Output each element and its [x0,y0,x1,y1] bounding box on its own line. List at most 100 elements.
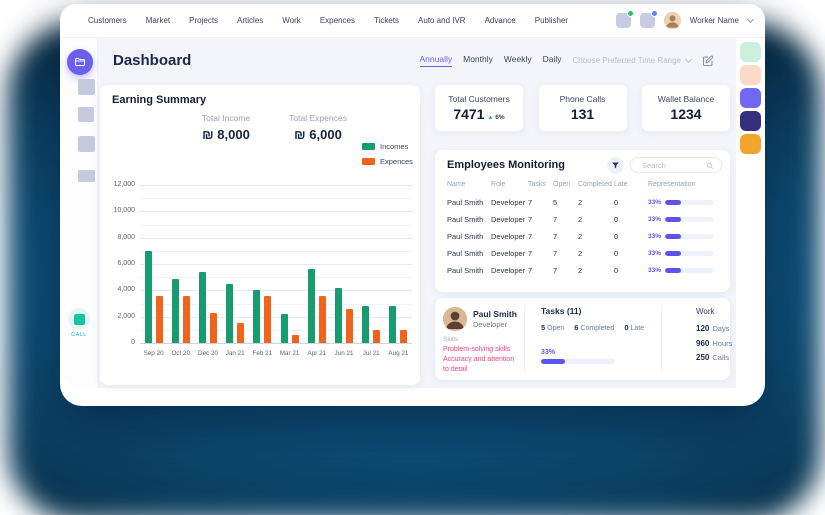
employees-monitoring-card: Employees Monitoring NameRoleTasksOpenCo… [435,150,730,292]
call-button[interactable] [68,308,90,330]
representation-bar [665,251,713,256]
earning-totals: Total Income ₪ 8,000 Total Expences ₪ 6,… [188,113,356,142]
main-nav: Customers Market Projects Articles Work Expen… [88,16,568,25]
nav-item-articles[interactable]: Articles [237,16,263,25]
representation-percent: 33% [648,250,661,257]
bar-incomes [308,269,315,343]
apps-button[interactable] [616,13,631,28]
filter-button[interactable] [607,157,624,174]
stat-value-row: 1234 [670,106,701,122]
gridline [140,264,412,265]
time-filters: Annually Monthly Weekly Daily Choose Prefer… [420,54,715,67]
column-header: Role [491,181,528,188]
nav-item-publisher[interactable]: Publisher [535,16,568,25]
nav-item-market[interactable]: Market [146,16,170,25]
tasks-title: Tasks (11) [541,306,581,316]
nav-item-work[interactable]: Work [282,16,301,25]
nav-item-customers[interactable]: Customers [88,16,127,25]
right-color-rail [736,38,765,388]
tasks-progress-bar [541,359,615,364]
filter-daily[interactable]: Daily [543,54,562,67]
chevron-down-icon[interactable] [747,15,754,22]
tasks-progress-label: 33% [541,349,555,356]
x-axis-tick: Feb 21 [248,350,276,357]
table-row: Paul SmithDeveloper772033% [447,211,718,228]
cell-representation: 33% [648,267,718,274]
representation-bar [665,200,713,205]
color-swatch[interactable] [740,111,761,131]
cell-representation: 33% [648,199,718,206]
gridline [140,290,412,291]
x-axis-tick: Aug 21 [384,350,412,357]
nav-item-projects[interactable]: Projects [189,16,218,25]
table-row: Paul SmithDeveloper772033% [447,228,718,245]
user-avatar[interactable] [664,12,681,29]
cell-tasks: 7 [528,266,553,275]
representation-bar [665,217,713,222]
chart-legend: IncomesExpences [362,142,413,172]
cell-late: 0 [614,215,648,224]
y-axis-tick: 6,000 [100,260,135,267]
filter-annually[interactable]: Annually [420,54,453,67]
chevron-down-icon [685,55,692,62]
y-axis-tick: 10,000 [100,207,135,214]
nav-item-auto-and-ivr[interactable]: Auto and IVR [418,16,466,25]
total-expences-label: Total Expences [280,113,356,123]
color-swatch[interactable] [740,88,761,108]
nav-item-tickets[interactable]: Tickets [374,16,399,25]
color-swatch[interactable] [740,65,761,85]
stats-row: Total Customers7471▲ 6%Phone Calls131Wal… [435,85,730,131]
nav-item-expences[interactable]: Expences [320,16,355,25]
employees-monitoring-title: Employees Monitoring [447,159,565,171]
sidebar-placeholder-icon[interactable] [78,170,95,182]
skill-link[interactable]: Problem-solving skills [443,345,521,355]
cell-completed: 2 [578,232,614,241]
task-stat: 6Completed [574,323,614,332]
cell-late: 0 [614,266,648,275]
gridline [140,277,412,278]
bar-incomes [253,290,260,343]
nav-item-advance[interactable]: Advance [485,16,516,25]
funnel-icon [611,161,620,170]
filter-monthly[interactable]: Monthly [463,54,493,67]
stat-delta: ▲ 6% [487,114,504,121]
sidebar-placeholder-icon[interactable] [78,107,94,122]
task-stat: 5Open [541,323,564,332]
sidebar-placeholder-icon[interactable] [78,136,95,152]
representation-percent: 33% [648,267,661,274]
search-input[interactable] [640,160,710,171]
bar-expences [264,296,271,343]
search-icon [706,162,714,170]
work-stat: 120Days [696,324,732,333]
table-row: Paul SmithDeveloper772033% [447,262,718,279]
color-swatch[interactable] [740,42,761,62]
inbox-button[interactable] [640,13,655,28]
sidebar-placeholder-icon[interactable] [78,79,95,95]
folder-icon [74,56,86,68]
folder-fab-button[interactable] [67,49,93,75]
earning-summary-card: Earning Summary Total Income ₪ 8,000 Tot… [100,85,420,385]
gridline [140,330,412,331]
time-range-dropdown[interactable]: Choose Preferred Time Range [573,56,692,65]
color-swatch[interactable] [740,134,761,154]
filter-weekly[interactable]: Weekly [504,54,532,67]
notification-badge-indigo [651,10,658,17]
skill-link[interactable]: Accuracy and attention to detail [443,355,521,375]
gridline [140,185,412,186]
edit-icon[interactable] [702,55,714,67]
skills-list: Problem-solving skillsAccuracy and atten… [443,345,521,375]
bar-expences [346,309,353,343]
total-expences-value: ₪ 6,000 [280,127,356,142]
stat-label: Phone Calls [560,94,606,104]
user-name[interactable]: Worker Name [690,16,739,25]
cell-tasks: 7 [528,232,553,241]
stat-label: Total Customers [448,94,509,104]
cell-open: 7 [553,266,578,275]
bar-incomes [281,314,288,343]
column-header: Representation [648,181,718,188]
bar-incomes [335,288,342,343]
representation-percent: 33% [648,216,661,223]
cell-representation: 33% [648,233,718,240]
work-section: Work 120Days960Hours250Calls [661,306,730,372]
gridline [140,225,412,226]
